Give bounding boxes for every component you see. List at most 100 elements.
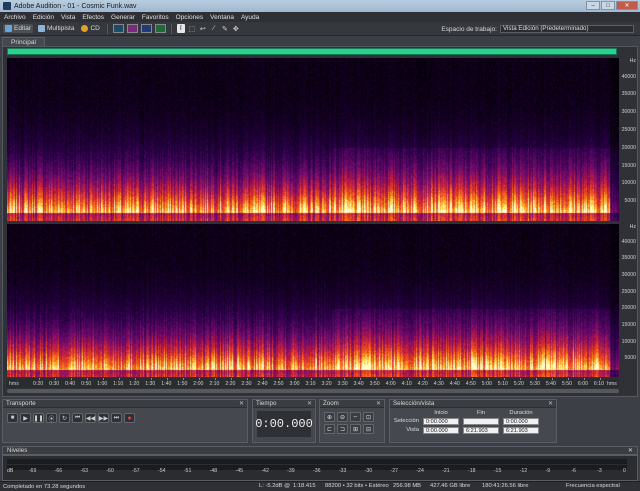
hz-unit-label: Hz xyxy=(629,58,636,64)
phase-view-icon[interactable] xyxy=(154,24,166,33)
time-tick-label: 5:20 xyxy=(513,381,524,387)
time-tick xyxy=(359,378,361,380)
time-selection-tool-icon[interactable]: I xyxy=(176,24,185,33)
menu-favoritos[interactable]: Favoritos xyxy=(142,14,169,21)
hz-tick-label: 40000 xyxy=(621,239,636,245)
view-start-field[interactable]: 0:00.000 xyxy=(423,427,459,434)
time-tick xyxy=(407,378,409,380)
meter-scale-label: dB xyxy=(7,468,14,474)
zoom-full-icon[interactable]: ⇔ xyxy=(350,412,361,422)
maximize-button[interactable]: □ xyxy=(601,1,615,10)
go-to-start-button[interactable]: ⏮ xyxy=(72,413,83,423)
zoom-in-vertical-icon[interactable]: ⊞ xyxy=(350,424,361,434)
minimize-button[interactable]: – xyxy=(586,1,600,10)
lasso-tool-icon[interactable]: ↩ xyxy=(199,24,207,33)
time-tick xyxy=(439,378,441,380)
meter-scale-label: -63 xyxy=(80,468,89,474)
menu-vista[interactable]: Vista xyxy=(61,14,75,21)
time-tick xyxy=(151,378,153,380)
levels-close-icon[interactable]: ✕ xyxy=(628,447,633,454)
pause-button[interactable]: ❚❚ xyxy=(33,413,44,423)
selection-view-close-icon[interactable]: ✕ xyxy=(548,400,553,407)
menu-generar[interactable]: Generar xyxy=(111,14,135,21)
selection-start-field[interactable]: 0:00.000 xyxy=(423,418,459,425)
cd-label: CD xyxy=(90,25,100,32)
brush-tool-icon[interactable]: ∕ xyxy=(210,24,218,33)
cd-icon xyxy=(81,25,89,32)
menu-efectos[interactable]: Efectos xyxy=(82,14,104,21)
fast-forward-button[interactable]: ▶▶ xyxy=(98,413,109,423)
table-corner xyxy=(393,410,419,416)
menu-archivo[interactable]: Archivo xyxy=(4,14,26,21)
zoom-right-edge-icon[interactable]: ⊐ xyxy=(337,424,348,434)
hz-tick-label: 25000 xyxy=(621,289,636,295)
play-to-end-button[interactable]: ⦿ xyxy=(46,413,57,423)
workspace-dropdown[interactable]: Vista Edición (Predeterminado) xyxy=(500,25,634,33)
menu-bar: Archivo Edición Vista Efectos Generar Fa… xyxy=(0,12,640,22)
menu-ayuda[interactable]: Ayuda xyxy=(241,14,259,21)
loop-button[interactable]: ↻ xyxy=(59,413,70,423)
record-button[interactable]: ● xyxy=(124,413,135,423)
time-tick-label: 5:50 xyxy=(561,381,572,387)
time-tick xyxy=(471,378,473,380)
healing-tool-icon[interactable]: ✎ xyxy=(221,24,229,33)
edit-view-label: Editar xyxy=(14,25,31,32)
cd-view-button[interactable]: CD xyxy=(79,24,101,33)
spectrogram-channel-left[interactable] xyxy=(7,58,619,221)
go-to-end-button[interactable]: ⏭ xyxy=(111,413,122,423)
zoom-in-horizontal-icon[interactable]: ⊕ xyxy=(324,412,335,422)
zoom-selection-icon[interactable]: ⊡ xyxy=(363,412,374,422)
zoom-out-horizontal-icon[interactable]: ⊖ xyxy=(337,412,348,422)
time-tick-label: 3:40 xyxy=(353,381,364,387)
time-tick xyxy=(455,378,457,380)
menu-ventana[interactable]: Ventana xyxy=(210,14,234,21)
level-meter-scale: dB -69 -66 -63 -60 -57 -54 -51 -48 -45 -42 -39 -36 -3… xyxy=(7,468,627,476)
zoom-out-vertical-icon[interactable]: ⊟ xyxy=(363,424,374,434)
horizontal-scrollbar[interactable] xyxy=(7,389,619,393)
view-duration-field[interactable]: 6:21.903 xyxy=(503,427,539,434)
stop-button[interactable]: ■ xyxy=(7,413,18,423)
tab-principal[interactable]: Principal xyxy=(2,37,45,46)
meter-scale-label: -45 xyxy=(235,468,244,474)
play-button[interactable]: ▶ xyxy=(20,413,31,423)
pan-view-icon[interactable] xyxy=(140,24,152,33)
hand-tool-icon[interactable]: ✥ xyxy=(232,24,240,33)
spectral-view-icon[interactable] xyxy=(126,24,138,33)
meter-scale-label: -66 xyxy=(54,468,63,474)
time-tick xyxy=(503,378,505,380)
rewind-button[interactable]: ◀◀ xyxy=(85,413,96,423)
time-ruler[interactable]: hms hms 0:20 0:30 0:40 0:50 1:00 1:10 1:20 1:30 1:… xyxy=(7,378,619,388)
close-window-button[interactable]: ✕ xyxy=(616,1,638,10)
overview-bar[interactable] xyxy=(7,48,617,55)
time-tick xyxy=(55,378,57,380)
hz-tick-label: 20000 xyxy=(621,145,636,151)
edit-view-button[interactable]: Editar xyxy=(3,24,33,33)
zoom-left-edge-icon[interactable]: ⊏ xyxy=(324,424,335,434)
time-tick xyxy=(375,378,377,380)
multitrack-view-button[interactable]: Multipista xyxy=(36,24,76,33)
time-tick-label: 5:10 xyxy=(497,381,508,387)
transport-close-icon[interactable]: ✕ xyxy=(239,400,244,407)
time-close-icon[interactable]: ✕ xyxy=(307,400,312,407)
menu-edicion[interactable]: Edición xyxy=(33,14,54,21)
time-tick xyxy=(135,378,137,380)
spectrogram-channel-right[interactable] xyxy=(7,224,619,377)
selection-end-field[interactable] xyxy=(463,418,499,425)
zoom-panel: Zoom ✕ ⊕ ⊖ ⇔ ⊡ ⊏ ⊐ ⊞ ⊟ xyxy=(319,399,385,443)
col-end-header: Fin xyxy=(476,410,486,416)
time-tick-label: 1:00 xyxy=(97,381,108,387)
selection-duration-field[interactable]: 0:00.000 xyxy=(503,418,539,425)
zoom-close-icon[interactable]: ✕ xyxy=(376,400,381,407)
view-end-field[interactable]: 6:21.903 xyxy=(463,427,499,434)
status-free-space: 427.46 GB libre xyxy=(430,483,471,489)
status-bar: Completado en 73.28 segundos L: -5.2dB @… xyxy=(0,481,640,491)
status-level: L: -5.2dB @ xyxy=(259,483,291,489)
waveform-view-icon[interactable] xyxy=(112,24,124,33)
zoom-header: Zoom ✕ xyxy=(320,400,384,408)
levels-header: Niveles ✕ xyxy=(2,446,638,455)
menu-opciones[interactable]: Opciones xyxy=(176,14,203,21)
selection-view-title: Selección/vista xyxy=(393,400,435,407)
time-tick-label: 2:50 xyxy=(273,381,284,387)
marquee-tool-icon[interactable]: ⬚ xyxy=(188,24,196,33)
time-tick xyxy=(551,378,553,380)
